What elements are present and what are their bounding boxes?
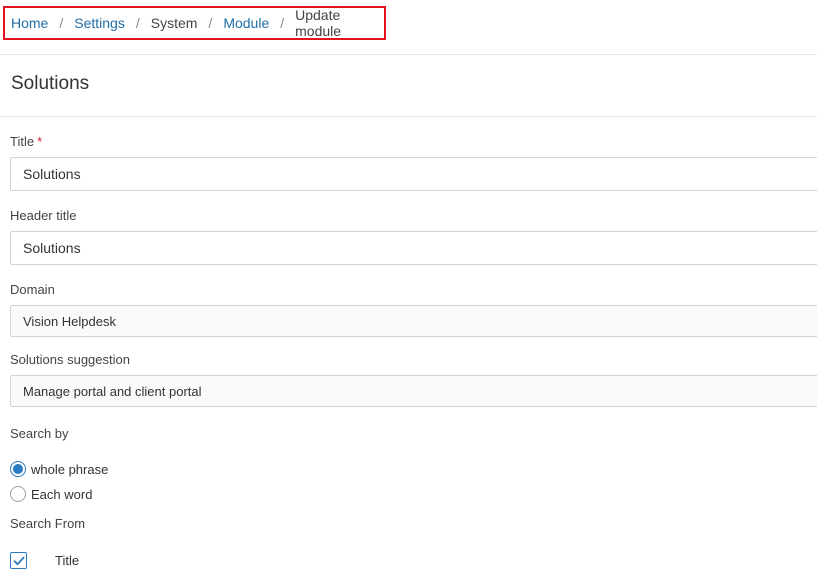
radio-whole-phrase-label: whole phrase [31, 461, 109, 477]
checkbox-title[interactable]: Title [10, 552, 79, 569]
radio-button-checked[interactable] [10, 461, 26, 477]
radio-each-word[interactable]: Each word [10, 486, 92, 502]
breadcrumb-separator: / [208, 15, 213, 31]
title-label: Title * [10, 134, 42, 149]
check-icon [13, 556, 24, 565]
radio-each-word-label: Each word [31, 486, 93, 502]
update-module-page: Home / Settings / System / Module / Upda… [0, 0, 817, 580]
header-title-input[interactable]: Solutions [10, 231, 817, 265]
page-title: Solutions [11, 73, 90, 94]
radio-button-unchecked[interactable] [10, 486, 26, 502]
solutions-suggestion-value: Manage portal and client portal [23, 383, 202, 399]
domain-field[interactable]: Vision Helpdesk [10, 305, 817, 337]
breadcrumb-separator: / [59, 15, 64, 31]
domain-label: Domain [10, 282, 55, 297]
header-title-label: Header title [10, 208, 77, 223]
title-label-text: Title [10, 134, 35, 149]
title-input-value: Solutions [23, 166, 81, 182]
section-header: Solutions [0, 55, 817, 117]
header-title-input-value: Solutions [23, 240, 81, 256]
breadcrumb: Home / Settings / System / Module / Upda… [3, 6, 386, 40]
search-from-label: Search From [10, 516, 86, 531]
checkbox-title-label: Title [55, 553, 80, 568]
breadcrumb-module-link[interactable]: Module [223, 15, 269, 31]
radio-whole-phrase[interactable]: whole phrase [10, 461, 108, 477]
breadcrumb-bar: Home / Settings / System / Module / Upda… [0, 0, 817, 55]
breadcrumb-separator: / [135, 15, 140, 31]
domain-value: Vision Helpdesk [23, 313, 116, 329]
breadcrumb-separator: / [280, 15, 285, 31]
breadcrumb-system: System [150, 15, 198, 31]
breadcrumb-home-link[interactable]: Home [11, 15, 48, 31]
required-asterisk: * [37, 134, 43, 149]
title-input[interactable]: Solutions [10, 157, 817, 191]
search-by-label: Search by [10, 426, 69, 441]
checkbox-checked[interactable] [10, 552, 27, 569]
breadcrumb-current-page: Update module [295, 7, 342, 39]
solutions-suggestion-label: Solutions suggestion [10, 352, 130, 367]
breadcrumb-settings-link[interactable]: Settings [74, 15, 125, 31]
solutions-suggestion-field[interactable]: Manage portal and client portal [10, 375, 817, 407]
